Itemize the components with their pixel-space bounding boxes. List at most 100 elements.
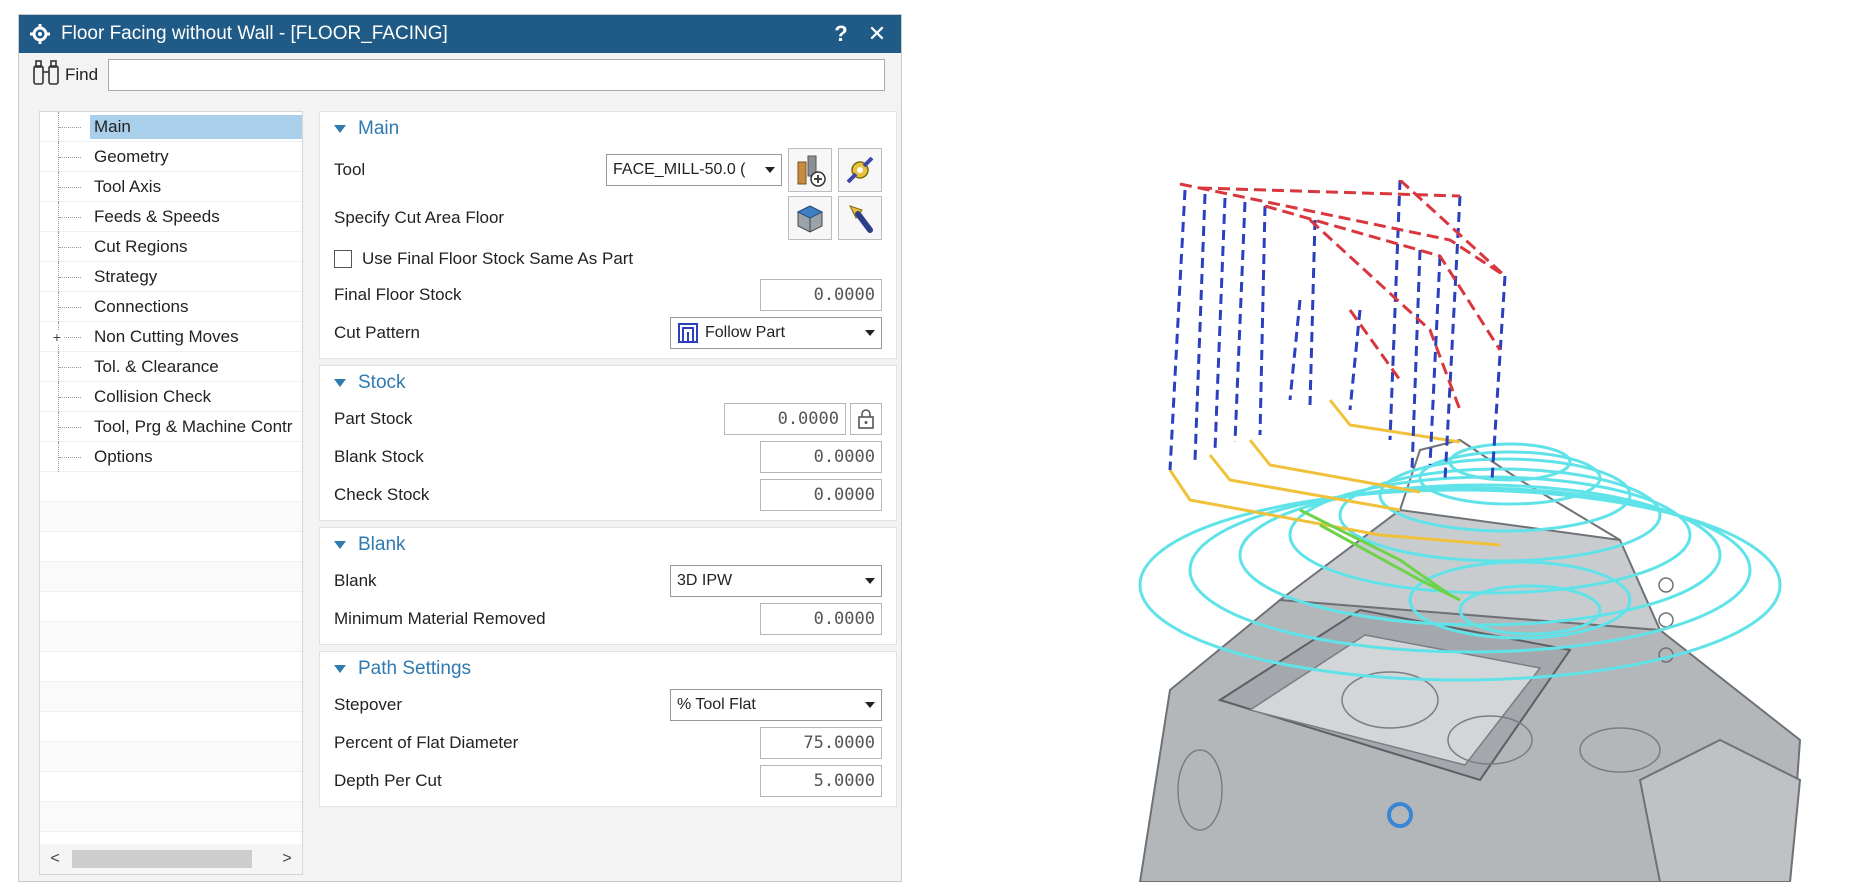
tree-empty-row bbox=[40, 772, 302, 802]
cut-pattern-value: Follow Part bbox=[705, 324, 786, 341]
scroll-left-button[interactable]: < bbox=[46, 850, 64, 868]
cut-pattern-dropdown[interactable]: Follow Part bbox=[670, 317, 882, 349]
tree-item-label: Tool Axis bbox=[94, 176, 162, 196]
toolpath-plunges bbox=[1168, 180, 1507, 481]
tree-empty-row bbox=[40, 532, 302, 562]
blank-stock-input[interactable] bbox=[760, 441, 882, 473]
tree-item-feeds-speeds[interactable]: Feeds & Speeds bbox=[40, 202, 302, 232]
part-stock-lock-button[interactable] bbox=[850, 403, 882, 435]
tree-guide-line bbox=[58, 262, 86, 292]
blank-group-title: Blank bbox=[358, 534, 406, 555]
tree-item-strategy[interactable]: Strategy bbox=[40, 262, 302, 292]
find-input[interactable] bbox=[108, 59, 885, 91]
tree-item-main[interactable]: Main bbox=[40, 112, 302, 142]
follow-part-icon bbox=[678, 323, 698, 343]
percent-flat-diameter-label: Percent of Flat Diameter bbox=[334, 733, 519, 752]
select-cut-area-button[interactable] bbox=[788, 196, 832, 240]
tree-empty-row bbox=[40, 622, 302, 652]
blank-dropdown-value: 3D IPW bbox=[677, 572, 733, 589]
tree-item-tool-prg-machine-contr[interactable]: Tool, Prg & Machine Contr bbox=[40, 412, 302, 442]
close-button[interactable]: ✕ bbox=[863, 20, 891, 48]
tree-item-cut-regions[interactable]: Cut Regions bbox=[40, 232, 302, 262]
main-group-header[interactable]: Main bbox=[334, 112, 882, 146]
tree-item-connections[interactable]: Connections bbox=[40, 292, 302, 322]
check-stock-input[interactable] bbox=[760, 479, 882, 511]
tree-guide-line bbox=[58, 232, 86, 262]
tree-item-non-cutting-moves[interactable]: + Non Cutting Moves bbox=[40, 322, 302, 352]
percent-flat-diameter-input[interactable] bbox=[760, 727, 882, 759]
tree-guide-line bbox=[58, 142, 86, 172]
path-settings-group: Path Settings Stepover % Tool Flat Perce… bbox=[319, 651, 897, 807]
path-settings-group-title: Path Settings bbox=[358, 658, 472, 679]
tree-empty-row bbox=[40, 712, 302, 742]
find-bar: Find bbox=[19, 53, 901, 97]
graphics-viewport[interactable] bbox=[1100, 180, 1820, 882]
new-tool-icon bbox=[797, 155, 826, 187]
tree-guide-line bbox=[58, 442, 86, 472]
tree-rows: Main Geometry Tool Axis Feeds & Speeds Cut R… bbox=[40, 112, 302, 832]
tree-item-tool-axis[interactable]: Tool Axis bbox=[40, 172, 302, 202]
tree-empty-row bbox=[40, 742, 302, 772]
chevron-down-icon bbox=[865, 578, 875, 584]
scroll-right-button[interactable]: > bbox=[278, 850, 296, 868]
expand-icon[interactable]: + bbox=[50, 330, 64, 344]
depth-per-cut-input[interactable] bbox=[760, 765, 882, 797]
part-stock-label: Part Stock bbox=[334, 409, 413, 428]
binoculars-icon bbox=[31, 58, 61, 93]
cut-pattern-label: Cut Pattern bbox=[334, 323, 420, 342]
main-group-title: Main bbox=[358, 118, 400, 139]
chevron-down-icon bbox=[765, 167, 775, 173]
path-settings-group-header[interactable]: Path Settings bbox=[334, 652, 882, 686]
stepover-dropdown-value: % Tool Flat bbox=[677, 696, 756, 713]
find-label: Find bbox=[65, 65, 99, 84]
tree-empty-row bbox=[40, 592, 302, 622]
part-stock-input[interactable] bbox=[724, 403, 846, 435]
dialog-title: Floor Facing without Wall - [FLOOR_FACIN… bbox=[61, 23, 448, 44]
display-cut-area-button[interactable] bbox=[838, 196, 882, 240]
tree-empty-row bbox=[40, 472, 302, 502]
tree-item-tol-clearance[interactable]: Tol. & Clearance bbox=[40, 352, 302, 382]
properties-panel: Main Tool FACE_MILL-50.0 (Specify Cut A… bbox=[319, 111, 897, 882]
face-select-icon bbox=[796, 205, 824, 233]
tree-item-label: Tol. & Clearance bbox=[94, 356, 219, 376]
use-final-floor-stock-checkbox[interactable] bbox=[334, 250, 352, 268]
blank-dropdown[interactable]: 3D IPW bbox=[670, 565, 882, 597]
tree-item-label: Collision Check bbox=[94, 386, 212, 406]
flashlight-icon bbox=[849, 205, 873, 233]
tool-label: Tool bbox=[334, 160, 366, 179]
tree-guide-line bbox=[58, 172, 86, 202]
final-floor-stock-label: Final Floor Stock bbox=[334, 285, 462, 304]
stock-group-header[interactable]: Stock bbox=[334, 366, 882, 400]
tree-item-label: Connections bbox=[94, 296, 189, 316]
blank-group: Blank Blank 3D IPW Minimum Material Remo… bbox=[319, 527, 897, 645]
help-button[interactable]: ? bbox=[827, 20, 855, 48]
new-tool-button[interactable] bbox=[788, 148, 832, 192]
tree-item-label: Tool, Prg & Machine Contr bbox=[94, 416, 293, 436]
dialog-titlebar: Floor Facing without Wall - [FLOOR_FACIN… bbox=[19, 15, 901, 53]
stepover-dropdown[interactable]: % Tool Flat bbox=[670, 689, 882, 721]
main-group: Main Tool FACE_MILL-50.0 (Specify Cut A… bbox=[319, 111, 897, 359]
use-final-floor-stock-label: Use Final Floor Stock Same As Part bbox=[362, 249, 634, 268]
tree-item-geometry[interactable]: Geometry bbox=[40, 142, 302, 172]
tree-item-collision-check[interactable]: Collision Check bbox=[40, 382, 302, 412]
tree-item-label: Cut Regions bbox=[94, 236, 188, 256]
stock-group-title: Stock bbox=[358, 372, 406, 393]
collapse-caret-icon bbox=[334, 665, 346, 673]
tree-guide-line bbox=[58, 382, 86, 412]
blank-label: Blank bbox=[334, 571, 377, 590]
operation-dialog: Floor Facing without Wall - [FLOOR_FACIN… bbox=[18, 14, 902, 882]
collapse-caret-icon bbox=[334, 125, 346, 133]
scroll-thumb[interactable] bbox=[72, 850, 252, 868]
tree-item-options[interactable]: Options bbox=[40, 442, 302, 472]
tree-empty-row bbox=[40, 682, 302, 712]
tool-dropdown[interactable]: FACE_MILL-50.0 ( bbox=[606, 154, 782, 186]
blank-group-header[interactable]: Blank bbox=[334, 528, 882, 562]
min-material-input[interactable] bbox=[760, 603, 882, 635]
final-floor-stock-input[interactable] bbox=[760, 279, 882, 311]
scroll-track[interactable] bbox=[72, 850, 270, 868]
tree-horizontal-scrollbar[interactable]: < > bbox=[40, 844, 302, 874]
tree-item-label: Non Cutting Moves bbox=[94, 326, 239, 346]
tree-guide-line bbox=[58, 412, 86, 442]
collapse-caret-icon bbox=[334, 541, 346, 549]
edit-tool-button[interactable] bbox=[838, 148, 882, 192]
